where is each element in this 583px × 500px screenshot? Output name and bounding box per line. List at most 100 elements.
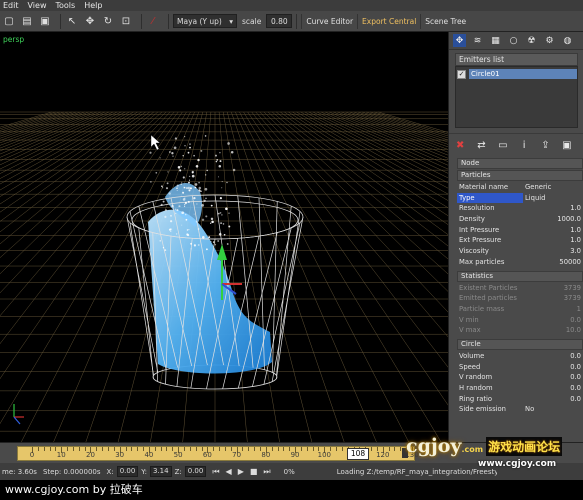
property-value[interactable]: 1.0 — [523, 203, 583, 214]
statistics-section-header[interactable]: Statistics — [457, 270, 583, 282]
menu-view[interactable]: View — [28, 1, 47, 10]
property-value[interactable]: 0.0 — [523, 351, 583, 362]
grid-line — [0, 111, 52, 128]
play-icon[interactable]: ▶ — [238, 467, 244, 476]
property-row[interactable]: Volume 0.0 — [457, 351, 583, 362]
open-folder-icon[interactable]: ▤ — [20, 14, 34, 28]
y-field[interactable]: 3.14 — [150, 466, 172, 477]
grid-tab-icon[interactable]: ▦ — [489, 34, 502, 47]
particle — [189, 143, 191, 145]
particle — [218, 165, 222, 168]
property-name: Density — [459, 215, 485, 224]
property-row[interactable]: Emitted particles 3739 — [457, 293, 583, 304]
waves-tab-icon[interactable]: ≋ — [471, 34, 484, 47]
property-row[interactable]: Ring ratio 0.0 — [457, 394, 583, 405]
timeline-ruler[interactable]: 0 10 20 30 40 50 60 70 80 90 100 120 130 108 — [17, 446, 419, 461]
emitter-row[interactable]: ✓ Circle01 — [457, 69, 577, 79]
particles-section-header[interactable]: Particles — [457, 170, 583, 181]
property-name: H random — [459, 384, 493, 392]
scale-input[interactable]: 0.80 — [266, 14, 293, 28]
property-row[interactable]: H random 0.0 — [457, 383, 583, 394]
particle — [162, 247, 165, 249]
property-row[interactable]: V random 0.0 — [457, 372, 583, 383]
emitter-checkbox[interactable]: ✓ — [457, 69, 466, 79]
property-row[interactable]: Resolution 1.0 — [457, 203, 583, 214]
property-value[interactable]: Liquid — [523, 193, 583, 204]
property-row[interactable]: V max 10.0 — [457, 325, 583, 336]
grid-line — [288, 111, 448, 216]
node-section-header[interactable]: Node — [457, 158, 583, 169]
property-row[interactable]: Side emission No — [457, 404, 583, 415]
menu-bar: Edit View Tools Help — [0, 0, 583, 11]
property-value[interactable]: 50000 — [523, 257, 583, 268]
particle — [184, 136, 186, 138]
particle — [176, 209, 179, 212]
radiation-tab-icon[interactable]: ☢ — [525, 34, 538, 47]
skip-start-icon[interactable]: ⏮ — [212, 467, 219, 477]
curve-editor-button[interactable]: Curve Editor — [301, 13, 357, 29]
scene-tree-button[interactable]: Scene Tree — [420, 13, 470, 29]
circle-section-header[interactable]: Circle — [457, 338, 583, 350]
export-icon[interactable]: ⇪ — [540, 139, 550, 153]
particle — [181, 181, 183, 183]
skip-end-icon[interactable]: ⏭ — [263, 467, 270, 477]
circle-tab-icon[interactable]: ○ — [507, 34, 520, 47]
property-row[interactable]: Particle mass 1 — [457, 304, 583, 315]
rotate-icon[interactable]: ↻ — [101, 14, 115, 28]
info-icon[interactable]: i — [519, 139, 529, 153]
stop-icon[interactable]: ■ — [250, 467, 258, 476]
property-value[interactable]: No — [523, 404, 583, 415]
property-row[interactable]: Existent Particles 3739 — [457, 283, 583, 294]
save-icon[interactable]: ▣ — [38, 14, 52, 28]
property-row[interactable]: Density 1000.0 — [457, 214, 583, 225]
current-frame-indicator[interactable]: 108 — [347, 448, 369, 460]
move-icon[interactable]: ✥ — [83, 14, 97, 28]
property-row[interactable]: Viscosity 3.0 — [457, 246, 583, 257]
x-field[interactable]: 0.00 — [116, 466, 139, 477]
property-row[interactable]: Type Liquid — [457, 192, 583, 204]
property-value[interactable]: 0.0 — [523, 383, 583, 394]
toolbar-divider — [168, 13, 169, 29]
step-back-icon[interactable]: ◀ — [226, 467, 232, 476]
grid-line — [251, 111, 448, 368]
camera-axis-select[interactable]: Maya (Y up) ▾ — [173, 14, 237, 28]
menu-edit[interactable]: Edit — [3, 1, 19, 10]
property-value[interactable]: 0.0 — [523, 362, 583, 373]
grid-line — [0, 111, 85, 144]
select-arrow-icon[interactable]: ↖ — [65, 14, 79, 28]
gear-tab-icon[interactable]: ⚙ — [543, 34, 556, 47]
particle — [216, 159, 219, 161]
property-row[interactable]: Speed 0.0 — [457, 362, 583, 373]
export-central-button[interactable]: Export Central — [357, 13, 420, 29]
property-value[interactable]: 3.0 — [523, 246, 583, 257]
z-field[interactable]: 0.00 — [184, 466, 207, 477]
particle — [195, 165, 199, 168]
scale-icon[interactable]: ⊡ — [119, 14, 133, 28]
link-icon[interactable]: ⁄ — [146, 14, 160, 28]
emitters-tab-icon[interactable]: ✥ — [453, 34, 466, 47]
monitor-icon[interactable]: ▭ — [498, 139, 508, 153]
viewport-3d[interactable]: persp — [0, 32, 448, 442]
property-value[interactable]: 1000.0 — [523, 214, 583, 225]
particle — [176, 184, 179, 187]
property-row[interactable]: V min 0.0 — [457, 315, 583, 326]
globe-tab-icon[interactable]: ◍ — [561, 34, 574, 47]
property-row[interactable]: Ext Pressure 1.0 — [457, 235, 583, 246]
chip-icon[interactable]: ▣ — [562, 139, 572, 153]
delete-icon[interactable]: ✖ — [455, 139, 465, 153]
property-row[interactable]: Material name Generic — [457, 182, 583, 193]
property-row[interactable]: Int Pressure 1.0 — [457, 225, 583, 236]
reorder-icon[interactable]: ⇄ — [476, 139, 486, 153]
timeline-tick-label: 80 — [261, 451, 271, 459]
emitters-list[interactable]: ✓ Circle01 — [455, 66, 578, 128]
menu-help[interactable]: Help — [84, 1, 102, 10]
property-value[interactable]: 1.0 — [523, 235, 583, 246]
menu-tools[interactable]: Tools — [55, 1, 75, 10]
new-file-icon[interactable]: ▢ — [2, 14, 16, 28]
property-value[interactable]: 1.0 — [523, 225, 583, 236]
property-value[interactable]: Generic — [523, 182, 583, 193]
property-row[interactable]: Max particles 50000 — [457, 257, 583, 268]
particle — [181, 224, 183, 226]
property-value[interactable]: 0.0 — [523, 394, 583, 405]
property-value[interactable]: 0.0 — [523, 372, 583, 383]
